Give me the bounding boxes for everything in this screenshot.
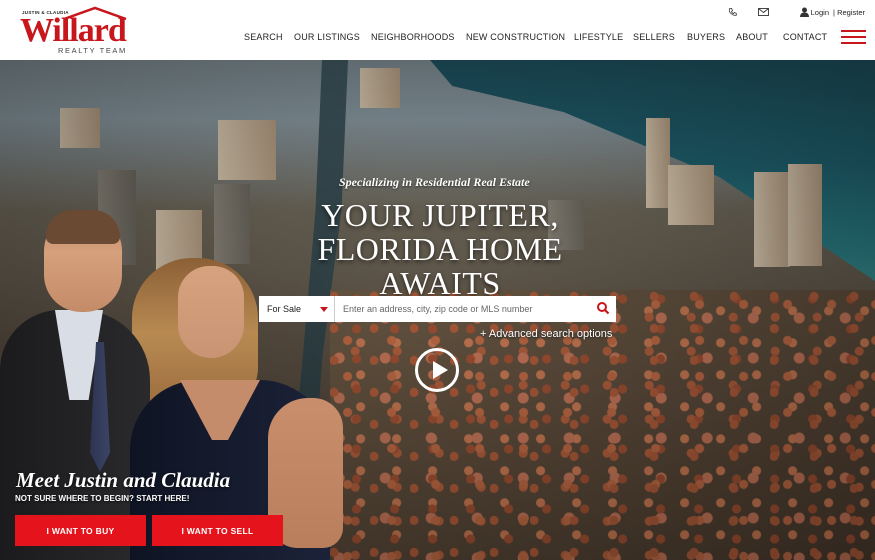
hero-tagline: Specializing in Residential Real Estate xyxy=(339,175,530,189)
logo-name: Willard xyxy=(20,12,127,49)
play-icon[interactable] xyxy=(415,348,459,392)
hero-headline: YOUR JUPITER, FLORIDA HOME AWAITS xyxy=(317,197,563,301)
search-button[interactable] xyxy=(590,296,616,322)
nav-item-lifestyle[interactable]: LIFESTYLE xyxy=(574,32,623,42)
hero-section: Specializing in Residential Real Estate … xyxy=(0,60,875,560)
nav-item-new-construction[interactable]: NEW CONSTRUCTION xyxy=(466,32,565,42)
intro-subtitle: NOT SURE WHERE TO BEGIN? START HERE! xyxy=(15,494,190,503)
nav-item-search[interactable]: SEARCH xyxy=(244,32,283,42)
logo[interactable]: JUSTIN & CLAUDIA Willard REALTY TEAM xyxy=(20,6,135,56)
nav-item-neighborhoods[interactable]: NEIGHBORHOODS xyxy=(371,32,455,42)
hamburger-icon[interactable] xyxy=(841,30,866,44)
nav-item-sellers[interactable]: SELLERS xyxy=(633,32,675,42)
advanced-search-link[interactable]: + Advanced search options xyxy=(480,328,612,340)
mail-icon[interactable] xyxy=(758,8,769,16)
login-link[interactable]: Login xyxy=(811,8,829,17)
nav-item-about[interactable]: ABOUT xyxy=(736,32,768,42)
property-search-bar: For Sale xyxy=(259,296,616,322)
search-icon xyxy=(597,302,610,315)
utility-separator: | xyxy=(833,8,835,17)
justin-hair xyxy=(46,210,120,244)
hamburger-bar xyxy=(841,30,866,32)
hamburger-bar xyxy=(841,36,866,38)
hamburger-bar xyxy=(841,42,866,44)
user-icon xyxy=(800,7,809,17)
chevron-down-icon xyxy=(320,307,328,312)
nav-item-contact[interactable]: CONTACT xyxy=(783,32,827,42)
phone-icon[interactable] xyxy=(728,7,737,17)
utility-bar: Login | Register xyxy=(725,7,865,19)
search-input[interactable] xyxy=(335,296,590,322)
listing-type-select[interactable]: For Sale xyxy=(259,296,335,322)
buy-button[interactable]: I WANT TO BUY xyxy=(15,515,146,546)
sell-button[interactable]: I WANT TO SELL xyxy=(152,515,283,546)
nav-item-our-listings[interactable]: OUR LISTINGS xyxy=(294,32,360,42)
site-header: JUSTIN & CLAUDIA Willard REALTY TEAM Log… xyxy=(0,0,875,60)
logo-subtitle: REALTY TEAM xyxy=(58,46,127,55)
register-link[interactable]: Register xyxy=(837,8,865,17)
listing-type-value: For Sale xyxy=(267,304,302,314)
nav-item-buyers[interactable]: BUYERS xyxy=(687,32,725,42)
intro-title: Meet Justin and Claudia xyxy=(16,468,231,492)
claudia-face xyxy=(178,266,244,358)
